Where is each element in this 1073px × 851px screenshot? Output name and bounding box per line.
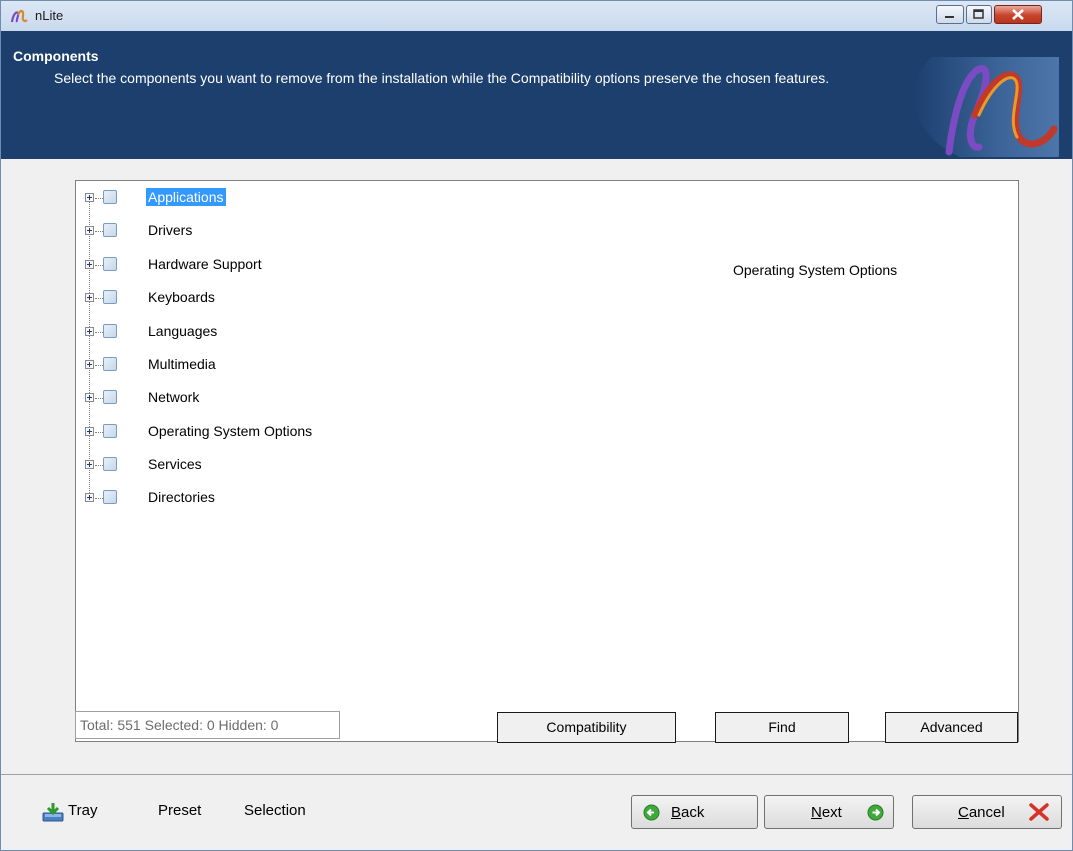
nlite-header-logo	[914, 57, 1059, 157]
minimize-button[interactable]	[936, 5, 964, 24]
tree-item-label: Hardware Support	[148, 256, 262, 272]
tree-item-hardware-support[interactable]: Hardware Support	[76, 254, 476, 278]
close-button[interactable]	[994, 5, 1042, 24]
component-checkbox[interactable]	[103, 457, 117, 471]
cancel-x-icon	[1029, 803, 1049, 821]
tree-item-applications[interactable]: Applications	[76, 187, 476, 211]
expand-icon[interactable]	[85, 493, 94, 502]
tree-item-label: Multimedia	[148, 356, 216, 372]
compatibility-button[interactable]: Compatibility	[497, 712, 676, 743]
expand-icon[interactable]	[85, 193, 94, 202]
page-description: Select the components you want to remove…	[54, 70, 830, 86]
tray-link[interactable]: Tray	[68, 802, 97, 819]
expand-icon[interactable]	[85, 460, 94, 469]
component-checkbox[interactable]	[103, 257, 117, 271]
minimize-icon	[945, 16, 954, 18]
component-checkbox[interactable]	[103, 290, 117, 304]
cancel-button[interactable]: Cancel	[912, 795, 1062, 829]
tree-item-keyboards[interactable]: Keyboards	[76, 287, 476, 311]
advanced-button[interactable]: Advanced	[885, 712, 1018, 743]
tree-item-directories[interactable]: Directories	[76, 487, 476, 511]
status-counts: Total: 551 Selected: 0 Hidden: 0	[75, 711, 340, 739]
page-title: Components	[13, 48, 99, 64]
component-checkbox[interactable]	[103, 390, 117, 404]
tree-item-label: Drivers	[148, 222, 193, 238]
next-button[interactable]: Next	[764, 795, 894, 829]
component-checkbox[interactable]	[103, 190, 117, 204]
tree-item-languages[interactable]: Languages	[76, 321, 476, 345]
expand-icon[interactable]	[85, 327, 94, 336]
component-checkbox[interactable]	[103, 357, 117, 371]
tree-item-operating-system-options[interactable]: Operating System Options	[76, 421, 476, 445]
expand-icon[interactable]	[85, 427, 94, 436]
nlite-window: nLite Components Select the components y…	[0, 0, 1073, 851]
footer-separator	[1, 774, 1072, 775]
component-checkbox[interactable]	[103, 324, 117, 338]
tray-icon[interactable]	[42, 802, 64, 822]
tree-item-multimedia[interactable]: Multimedia	[76, 354, 476, 378]
tree-item-label: Network	[148, 389, 200, 405]
window-title: nLite	[35, 8, 64, 23]
selected-category-hint: Operating System Options	[733, 262, 898, 278]
component-checkbox[interactable]	[103, 223, 117, 237]
back-button[interactable]: Back	[631, 795, 758, 829]
next-label: Next	[811, 804, 842, 821]
maximize-button[interactable]	[966, 5, 992, 24]
expand-icon[interactable]	[85, 393, 94, 402]
close-icon	[1012, 9, 1024, 20]
expand-icon[interactable]	[85, 226, 94, 235]
tree-item-label: Directories	[148, 489, 215, 505]
component-checkbox[interactable]	[103, 490, 117, 504]
tree-item-network[interactable]: Network	[76, 387, 476, 411]
tree-item-label: Services	[148, 456, 202, 472]
selection-link[interactable]: Selection	[244, 802, 306, 819]
tree-item-label: Languages	[148, 323, 218, 339]
nlite-logo-icon	[10, 9, 28, 23]
back-label: Back	[671, 804, 705, 821]
title-bar[interactable]: nLite	[1, 1, 1072, 31]
tree-item-drivers[interactable]: Drivers	[76, 220, 476, 244]
expand-icon[interactable]	[85, 293, 94, 302]
expand-icon[interactable]	[85, 360, 94, 369]
maximize-icon	[973, 9, 984, 19]
next-arrow-icon	[867, 804, 884, 821]
tree-item-label: Keyboards	[148, 289, 215, 305]
cancel-label: Cancel	[958, 804, 1005, 821]
preset-link[interactable]: Preset	[158, 802, 201, 819]
find-button[interactable]: Find	[715, 712, 849, 743]
tree-item-label: Applications	[146, 188, 226, 206]
expand-icon[interactable]	[85, 260, 94, 269]
tree-item-label: Operating System Options	[148, 423, 313, 439]
component-checkbox[interactable]	[103, 424, 117, 438]
tree-item-services[interactable]: Services	[76, 454, 476, 478]
back-arrow-icon	[643, 804, 660, 821]
